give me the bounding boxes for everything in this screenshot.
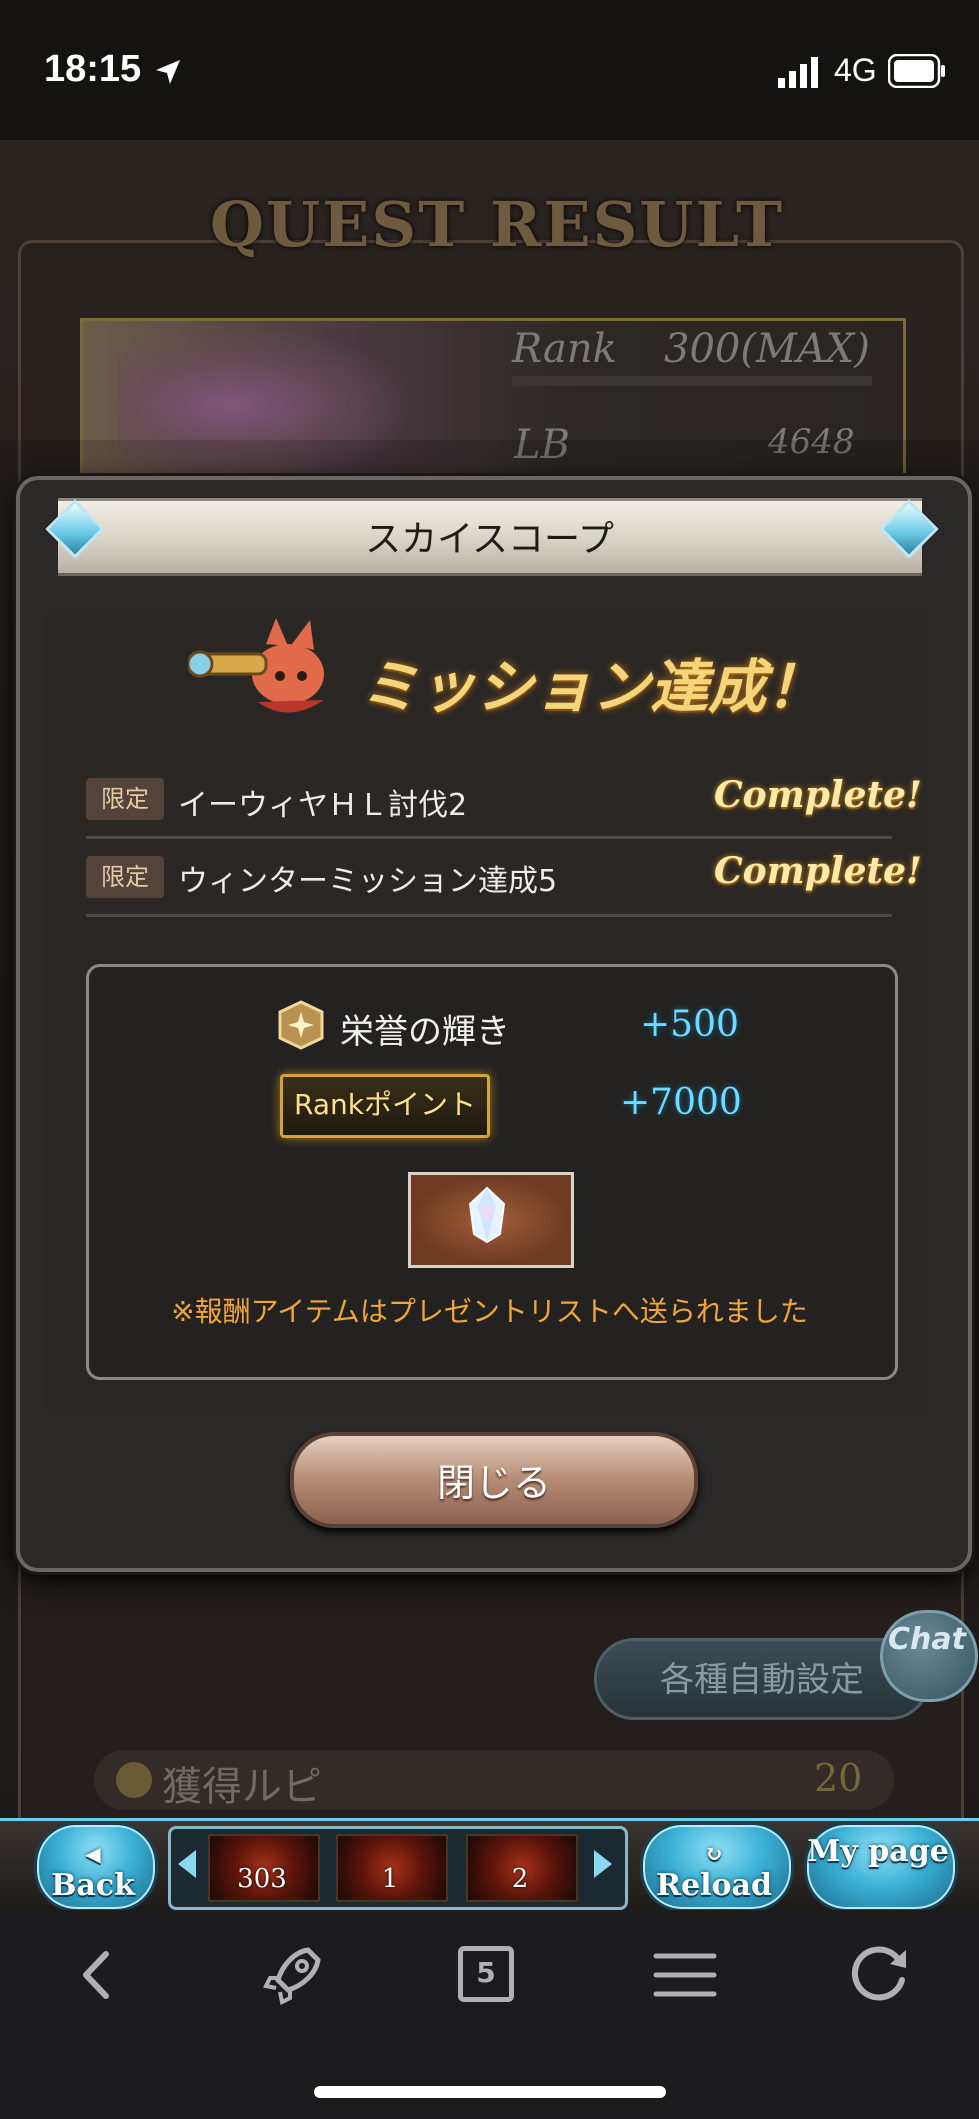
reload-icon: ↻ <box>704 1841 724 1867</box>
item-count: 2 <box>511 1864 529 1894</box>
rank-point-value: +7000 <box>620 1082 742 1123</box>
location-arrow-icon <box>156 60 180 84</box>
reward-notice: ※報酬アイテムはプレゼントリストへ送られました <box>171 1295 808 1328</box>
signal-icon <box>778 57 818 88</box>
battery-icon <box>888 54 945 88</box>
menu-icon[interactable] <box>650 1940 720 2010</box>
row-divider <box>86 836 892 839</box>
honor-label: 栄誉の輝き <box>340 1012 510 1052</box>
mission-name: ウィンターミッション達成5 <box>178 864 558 899</box>
close-button-label: 閉じる <box>436 1461 551 1505</box>
popup-title: スカイスコープ <box>365 519 614 560</box>
rupee-value: 20 <box>814 1756 863 1800</box>
rupee-icon <box>116 1762 152 1798</box>
crystal-icon <box>468 1186 506 1244</box>
reload-label-text: Reload <box>656 1868 772 1903</box>
limited-badge: 限定 <box>86 778 164 820</box>
honor-value: +500 <box>640 1004 739 1045</box>
back-chevron-icon[interactable] <box>62 1940 132 2010</box>
mission-status: Complete! <box>714 774 922 816</box>
back-label-text: Back <box>51 1868 135 1903</box>
auto-settings-label: 各種自動設定 <box>660 1660 864 1700</box>
rank-bar <box>512 376 872 386</box>
back-arrow-icon: ◀ <box>85 1842 101 1866</box>
home-indicator <box>314 2086 666 2098</box>
status-bar <box>0 0 979 140</box>
rupee-label: 獲得ルピ <box>162 1764 322 1810</box>
mypage-label: My page <box>807 1834 949 1869</box>
rocket-icon[interactable] <box>258 1940 328 2010</box>
network-type: 4G <box>834 52 877 88</box>
tabs-count: 5 <box>476 1956 496 1989</box>
row-divider <box>86 914 892 917</box>
item-count: 1 <box>381 1864 399 1894</box>
telescope-mascot-icon <box>188 618 324 713</box>
mission-complete-heading: ミッション達成！ <box>360 653 825 721</box>
rank-value: 300(MAX) <box>664 326 870 372</box>
status-time: 18:15 <box>44 48 142 90</box>
refresh-icon[interactable] <box>844 1940 914 2010</box>
honor-icon <box>278 1000 324 1050</box>
rank-label: Rank <box>512 326 617 372</box>
back-label: ◀ Back <box>34 1836 152 1902</box>
mission-status: Complete! <box>714 850 922 892</box>
mission-name: イーウィヤＨＬ討伐2 <box>178 788 468 823</box>
chat-label: Chat <box>888 1622 966 1657</box>
item-count: 303 <box>237 1864 287 1894</box>
strip-right-arrow-icon[interactable] <box>594 1850 612 1878</box>
rank-point-badge: Rankポイント <box>280 1074 490 1138</box>
limited-badge: 限定 <box>86 856 164 898</box>
strip-left-arrow-icon[interactable] <box>178 1850 196 1878</box>
reload-label: ↻ Reload <box>640 1836 788 1902</box>
quest-result-header: QUEST RESULT <box>210 188 785 261</box>
